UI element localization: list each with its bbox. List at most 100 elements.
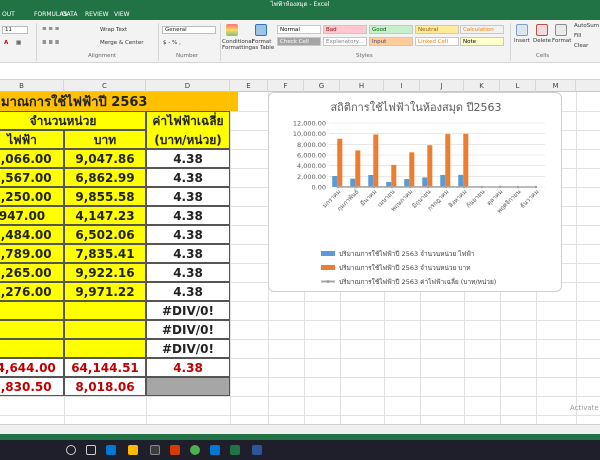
data-cell-c-row-1[interactable]: 6,862.99 [64, 168, 146, 187]
delete-cells-icon[interactable] [536, 24, 548, 36]
data-cell-b-row-5[interactable]: 1,789.00 [0, 244, 64, 263]
insert-cells-icon[interactable] [516, 24, 528, 36]
data-cell-d-row-6[interactable]: 4.38 [146, 263, 230, 282]
tab-view[interactable]: VIEW [114, 9, 130, 20]
align-top-icon[interactable]: ≡ ≡ ≡ [42, 26, 59, 32]
column-header-l[interactable]: L [500, 80, 536, 92]
data-cell-c-row-8[interactable] [64, 301, 146, 320]
average-d-cell[interactable] [146, 377, 230, 396]
data-cell-d-row-3[interactable]: 4.38 [146, 206, 230, 225]
task-view-icon[interactable] [86, 445, 96, 455]
data-cell-d-row-9[interactable]: #DIV/0! [146, 320, 230, 339]
data-cell-c-row-5[interactable]: 7,835.41 [64, 244, 146, 263]
sheet-title-cell[interactable]: มาณการใช้ไฟฟ้าปี 2563 [0, 92, 238, 111]
data-cell-c-row-7[interactable]: 9,971.22 [64, 282, 146, 301]
column-header-i[interactable]: I [384, 80, 420, 92]
tab-layout[interactable]: OUT [2, 9, 15, 20]
data-cell-c-row-3[interactable]: 4,147.23 [64, 206, 146, 225]
column-header-c[interactable]: C [64, 80, 146, 92]
average-c-cell[interactable]: 8,018.06 [64, 377, 146, 396]
cell-style-8[interactable]: Linked Cell [415, 37, 459, 46]
column-header-m[interactable]: M [536, 80, 576, 92]
insert-button[interactable]: Insert [514, 38, 530, 44]
cell-style-2[interactable]: Good [369, 25, 413, 34]
data-cell-d-row-4[interactable]: 4.38 [146, 225, 230, 244]
total-d-cell[interactable]: 4.38 [146, 358, 230, 377]
data-cell-b-row-6[interactable]: 2,265.00 [0, 263, 64, 282]
data-cell-b-row-2[interactable]: 2,250.00 [0, 187, 64, 206]
data-cell-b-row-10[interactable] [0, 339, 64, 358]
format-cells-icon[interactable] [555, 24, 567, 36]
column-header-j[interactable]: J [420, 80, 464, 92]
tab-review[interactable]: REVIEW [85, 9, 109, 20]
chrome-icon[interactable] [190, 445, 200, 455]
autosum-button[interactable]: AutoSum [574, 23, 599, 29]
column-header-b[interactable]: B [0, 80, 64, 92]
merge-center-button[interactable]: Merge & Center [100, 40, 143, 46]
excel-taskbar-icon[interactable] [230, 445, 240, 455]
formula-bar[interactable] [0, 63, 600, 80]
data-cell-d-row-0[interactable]: 4.38 [146, 149, 230, 168]
data-cell-b-row-0[interactable]: 2,066.00 [0, 149, 64, 168]
number-format-select[interactable]: General [162, 26, 216, 34]
cell-style-7[interactable]: Input [369, 37, 413, 46]
cell-style-6[interactable]: Explanatory... [323, 37, 367, 46]
edge-icon[interactable] [106, 445, 116, 455]
align-left-icon[interactable]: ≣ ≣ ≣ [42, 40, 59, 46]
column-header-k[interactable]: K [464, 80, 500, 92]
conditional-formatting-icon[interactable] [226, 24, 238, 36]
data-cell-c-row-2[interactable]: 9,855.58 [64, 187, 146, 206]
data-cell-b-row-4[interactable]: 1,484.00 [0, 225, 64, 244]
total-c-cell[interactable]: 64,144.51 [64, 358, 146, 377]
data-cell-c-row-4[interactable]: 6,502.06 [64, 225, 146, 244]
column-header-e[interactable]: E [230, 80, 268, 92]
office-icon[interactable] [170, 445, 180, 455]
cell-style-9[interactable]: Note [460, 37, 504, 46]
header-avg-cell[interactable]: ค่าไฟฟ้าเฉลี่ย (บาท/หน่วย) [146, 111, 230, 149]
format-button[interactable]: Format [552, 38, 571, 44]
column-header-h[interactable]: H [340, 80, 384, 92]
word-icon[interactable] [252, 445, 262, 455]
data-cell-b-row-9[interactable] [0, 320, 64, 339]
data-cell-b-row-8[interactable] [0, 301, 64, 320]
header-units-cell[interactable]: จำนวนหน่วย [0, 111, 146, 130]
font-size-select[interactable]: 11 [2, 26, 28, 34]
file-explorer-icon[interactable] [128, 445, 138, 455]
cell-style-5[interactable]: Check Cell [277, 37, 321, 46]
cell-style-3[interactable]: Neutral [415, 25, 459, 34]
data-cell-d-row-2[interactable]: 4.38 [146, 187, 230, 206]
data-cell-b-row-7[interactable]: 2,276.00 [0, 282, 64, 301]
data-cell-c-row-6[interactable]: 9,922.16 [64, 263, 146, 282]
data-cell-c-row-0[interactable]: 9,047.86 [64, 149, 146, 168]
delete-button[interactable]: Delete [533, 38, 551, 44]
data-cell-d-row-5[interactable]: 4.38 [146, 244, 230, 263]
column-header-d[interactable]: D [146, 80, 230, 92]
clear-button[interactable]: Clear [574, 43, 588, 49]
average-b-cell[interactable]: 1,830.50 [0, 377, 64, 396]
data-cell-d-row-7[interactable]: 4.38 [146, 282, 230, 301]
number-format-buttons[interactable]: $ - % , [163, 40, 181, 46]
cell-style-4[interactable]: Calculation [460, 25, 504, 34]
data-cell-b-row-1[interactable]: 1,567.00 [0, 168, 64, 187]
conditional-formatting-button[interactable]: Conditional Formatting [222, 39, 253, 51]
data-cell-c-row-9[interactable] [64, 320, 146, 339]
wrap-text-button[interactable]: Wrap Text [100, 27, 127, 33]
data-cell-c-row-10[interactable] [64, 339, 146, 358]
total-b-cell[interactable]: 14,644.00 [0, 358, 64, 377]
fill-button[interactable]: Fill [574, 33, 581, 39]
format-as-table-icon[interactable] [255, 24, 267, 36]
header-col-c-cell[interactable]: บาท [64, 130, 146, 149]
data-cell-d-row-10[interactable]: #DIV/0! [146, 339, 230, 358]
column-header-g[interactable]: G [304, 80, 340, 92]
data-cell-b-row-3[interactable]: 947.00 [0, 206, 64, 225]
cell-style-0[interactable]: Normal [277, 25, 321, 34]
data-cell-d-row-8[interactable]: #DIV/0! [146, 301, 230, 320]
font-color-icon[interactable]: A [4, 40, 8, 46]
usage-chart[interactable]: สถิติการใช้ไฟฟ้าในห้องสมุด ปี2563 0.00 2,0… [268, 92, 562, 292]
fill-color-icon[interactable]: ▦ [16, 40, 21, 46]
tab-data[interactable]: DATA [62, 9, 77, 20]
header-col-b-cell[interactable]: ไฟฟ้า [0, 130, 64, 149]
store-icon[interactable] [150, 445, 160, 455]
cell-style-1[interactable]: Bad [323, 25, 367, 34]
format-as-table-button[interactable]: Format as Table [252, 39, 276, 51]
